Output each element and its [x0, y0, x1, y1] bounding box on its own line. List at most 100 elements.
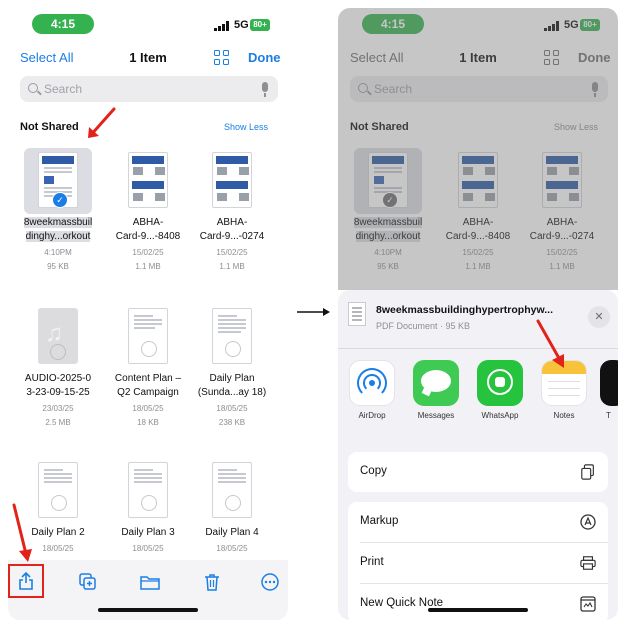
pdf-document-icon	[348, 302, 366, 326]
file-thumbnail	[202, 148, 262, 214]
file-item[interactable]: Daily Plan 2 18/05/25	[16, 458, 100, 555]
action-label: Print	[360, 556, 384, 568]
copy-icon	[581, 464, 594, 480]
home-indicator	[98, 608, 198, 612]
file-date: 18/05/25	[132, 404, 164, 413]
airdrop-icon	[349, 360, 395, 406]
folder-icon	[140, 576, 160, 590]
file-name-line1: Content Plan –	[114, 373, 182, 384]
file-item[interactable]: ABHA- Card-9...-8408 15/02/25 1.1 MB	[106, 148, 190, 273]
microphone-icon[interactable]	[262, 82, 268, 97]
page-title: 1 Item	[129, 50, 167, 65]
file-date: 15/02/25	[216, 248, 248, 257]
done-button[interactable]: Done	[248, 50, 281, 65]
file-date: 15/02/25	[132, 248, 164, 257]
file-item[interactable]: Content Plan – Q2 Campaign 18/05/25 18 K…	[106, 304, 190, 429]
app-label: AirDrop	[358, 411, 386, 420]
search-input[interactable]: Search	[20, 76, 278, 102]
shared-file-subtitle: PDF Document · 95 KB	[376, 321, 471, 331]
duplicate-button[interactable]	[74, 568, 102, 596]
close-button[interactable]: ✕	[588, 306, 610, 328]
home-indicator	[428, 608, 528, 612]
new-quick-note-action[interactable]: New Quick Note	[348, 584, 608, 620]
file-size: 238 KB	[218, 418, 246, 427]
file-size: 95 KB	[47, 262, 69, 271]
share-target-whatsapp[interactable]: WhatsApp	[472, 360, 528, 420]
document-thumbnail-icon	[212, 462, 252, 518]
copy-action[interactable]: Copy	[348, 452, 608, 492]
search-icon	[28, 83, 38, 93]
file-name-line1: Daily Plan 4	[205, 527, 259, 538]
file-thumbnail	[118, 458, 178, 524]
file-thumbnail	[118, 148, 178, 214]
file-name-line2: 3-23-09-15-25	[26, 387, 90, 398]
more-icon	[261, 573, 279, 591]
file-date: 18/05/25	[132, 544, 164, 553]
battery-icon: 80+	[250, 19, 270, 31]
share-target-more[interactable]: T	[600, 360, 618, 420]
network-label: 5G	[234, 19, 249, 31]
file-date: 18/05/25	[42, 544, 74, 553]
markup-icon	[580, 514, 596, 530]
app-label: Messages	[417, 411, 455, 420]
app-partial-icon	[600, 360, 618, 406]
file-thumbnail	[202, 458, 262, 524]
file-name-line2: Card-9...-0274	[199, 231, 265, 242]
share-button[interactable]	[8, 564, 44, 598]
document-thumbnail-icon	[212, 308, 252, 364]
file-item[interactable]: ABHA- Card-9...-0274 15/02/25 1.1 MB	[190, 148, 274, 273]
file-date: 23/03/25	[42, 404, 74, 413]
file-size: 18 KB	[137, 418, 159, 427]
delete-button[interactable]	[198, 568, 226, 596]
messages-icon	[413, 360, 459, 406]
whatsapp-icon	[477, 360, 523, 406]
file-thumbnail: ♫	[28, 304, 88, 370]
file-item[interactable]: ✓ 8weekmassbuil dinghy...orkout 4:10PM 9…	[16, 148, 100, 273]
file-item[interactable]: Daily Plan 4 18/05/25	[190, 458, 274, 555]
share-sheet-header: 8weekmassbuildinghypertrophyw... PDF Doc…	[338, 290, 618, 348]
share-icon	[19, 571, 33, 590]
share-target-notes[interactable]: Notes	[536, 360, 592, 420]
file-size: 1.1 MB	[219, 262, 245, 271]
move-to-folder-button[interactable]	[136, 568, 164, 596]
app-label: T	[606, 411, 611, 420]
file-name-line1: ABHA-	[216, 217, 248, 228]
share-sheet-panel: 4:15 5G 80+ Select All 1 Item Done Searc…	[338, 8, 618, 620]
file-thumbnail: ✓	[24, 148, 92, 214]
file-name-line1: Daily Plan 3	[121, 527, 175, 538]
file-date: 4:10PM	[44, 248, 72, 257]
shared-file-title: 8weekmassbuildinghypertrophyw...	[376, 304, 553, 316]
show-less-link[interactable]: Show Less	[224, 122, 268, 132]
file-name-line1: ABHA-	[132, 217, 164, 228]
pdf-thumbnail-icon	[128, 152, 168, 208]
audio-thumbnail-icon: ♫	[38, 308, 78, 364]
file-size: 2.5 MB	[45, 418, 71, 427]
transition-arrow-icon	[297, 308, 330, 316]
selected-check-icon: ✓	[52, 192, 68, 208]
grid-view-icon[interactable]	[214, 50, 230, 66]
file-item[interactable]: ♫ AUDIO-2025-0 3-23-09-15-25 23/03/25 2.…	[16, 304, 100, 429]
share-target-airdrop[interactable]: AirDrop	[344, 360, 400, 420]
file-name-line1: Daily Plan 2	[31, 527, 85, 538]
more-button[interactable]	[256, 568, 284, 596]
print-action[interactable]: Print	[348, 543, 608, 583]
quick-note-icon	[580, 596, 596, 612]
status-time: 4:15	[32, 14, 94, 34]
section-title: Not Shared	[20, 121, 79, 133]
markup-action[interactable]: Markup	[348, 502, 608, 542]
file-item[interactable]: Daily Plan (Sunda...ay 18) 18/05/25 238 …	[190, 304, 274, 429]
status-bar: 4:15 5G 80+	[8, 8, 288, 38]
file-name-line2: Card-9...-8408	[115, 231, 181, 242]
nav-bar: Select All 1 Item Done	[8, 46, 288, 72]
file-item[interactable]: Daily Plan 3 18/05/25	[106, 458, 190, 555]
share-target-messages[interactable]: Messages	[408, 360, 464, 420]
divider	[338, 348, 618, 349]
app-label: Notes	[553, 411, 575, 420]
duplicate-icon	[79, 573, 96, 590]
file-thumbnail	[118, 304, 178, 370]
file-name-line1: 8weekmassbuil	[23, 217, 93, 228]
file-name-line2: dinghy...orkout	[25, 231, 91, 242]
file-name-line2: Q2 Campaign	[117, 387, 179, 398]
printer-icon	[580, 556, 596, 570]
file-date: 18/05/25	[216, 404, 248, 413]
